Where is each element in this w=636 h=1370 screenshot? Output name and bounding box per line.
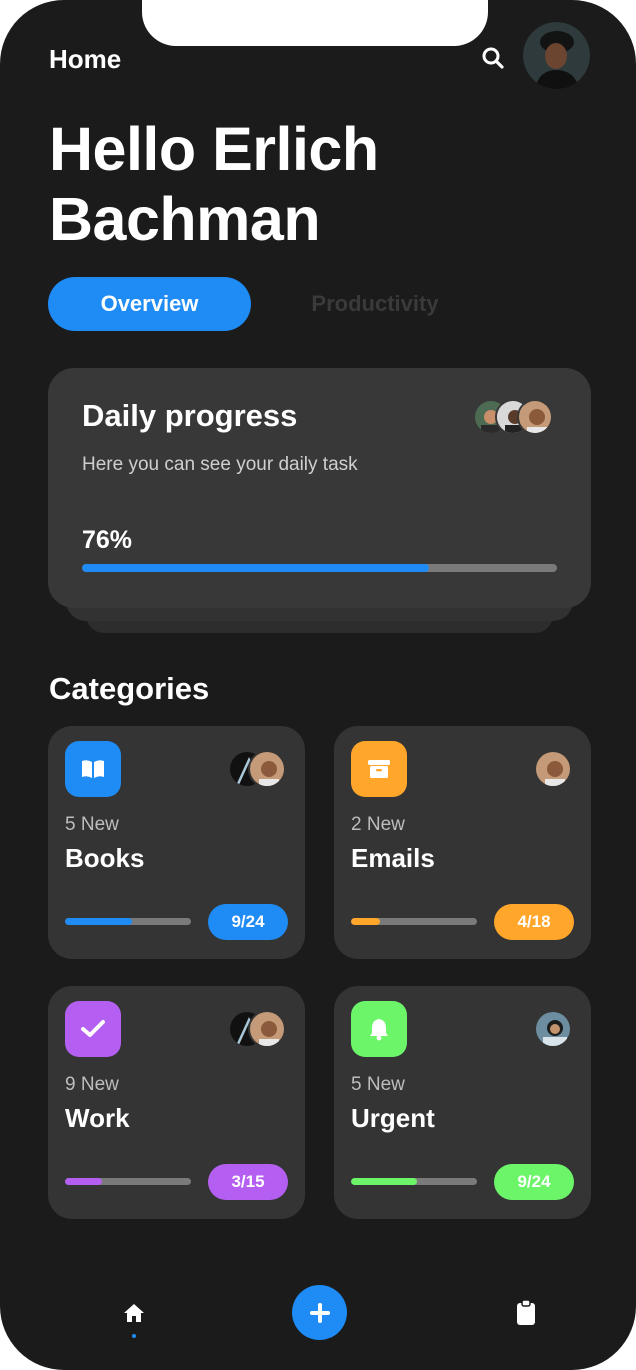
- tab-overview[interactable]: Overview: [48, 277, 251, 331]
- progress-percent: 76%: [82, 526, 133, 554]
- category-name: Books: [65, 843, 145, 873]
- team-avatars: [473, 399, 555, 435]
- daily-progress-card[interactable]: Daily progress Here you can see your dai…: [48, 368, 591, 608]
- page-title: Home: [49, 44, 122, 74]
- category-progress-bar: [351, 918, 477, 925]
- category-card-emails[interactable]: 2 New Emails 4/18: [334, 726, 591, 959]
- archive-icon: [351, 741, 407, 797]
- avatar: [534, 750, 572, 788]
- category-progress-fill: [65, 918, 132, 925]
- category-name: Work: [65, 1103, 130, 1133]
- category-card-urgent[interactable]: 5 New Urgent 9/24: [334, 986, 591, 1219]
- home-icon[interactable]: [121, 1300, 147, 1326]
- profile-avatar[interactable]: [523, 22, 590, 89]
- category-avatars: [534, 750, 572, 788]
- category-name: Emails: [351, 843, 435, 873]
- top-bar: Home: [49, 22, 590, 92]
- category-avatars: [228, 750, 288, 788]
- daily-progress-title: Daily progress: [82, 398, 298, 433]
- add-icon: [309, 1302, 330, 1323]
- active-indicator: [132, 1334, 136, 1338]
- category-progress-fill: [351, 918, 380, 925]
- category-count-badge: 4/18: [494, 904, 574, 940]
- category-progress-bar: [351, 1178, 477, 1185]
- avatar: [534, 1010, 572, 1048]
- greeting-heading: Hello Erlich Bachman: [49, 115, 379, 253]
- category-progress-fill: [351, 1178, 417, 1185]
- category-progress-fill: [65, 1178, 102, 1185]
- category-count-badge: 9/24: [494, 1164, 574, 1200]
- category-avatars: [534, 1010, 572, 1048]
- avatar: [248, 750, 286, 788]
- progress-bar-fill: [82, 564, 429, 572]
- progress-bar: [82, 564, 557, 572]
- category-new-count: 5 New: [351, 1074, 405, 1095]
- category-progress-bar: [65, 918, 191, 925]
- clipboard-icon[interactable]: [514, 1299, 538, 1327]
- avatar: [517, 399, 553, 435]
- category-avatars: [228, 1010, 288, 1048]
- category-progress-bar: [65, 1178, 191, 1185]
- category-name: Urgent: [351, 1103, 435, 1133]
- phone-screen: Home Hello Erlich Bachman Overview Produ…: [0, 0, 636, 1370]
- add-button[interactable]: [292, 1285, 347, 1340]
- category-new-count: 5 New: [65, 814, 119, 835]
- categories-heading: Categories: [49, 671, 210, 706]
- category-new-count: 2 New: [351, 814, 405, 835]
- category-count-badge: 9/24: [208, 904, 288, 940]
- category-count-badge: 3/15: [208, 1164, 288, 1200]
- category-card-books[interactable]: 5 New Books 9/24: [48, 726, 305, 959]
- tab-bar: Overview Productivity: [48, 277, 588, 331]
- category-new-count: 9 New: [65, 1074, 119, 1095]
- daily-progress-subtitle: Here you can see your daily task: [82, 454, 358, 475]
- search-icon[interactable]: [481, 46, 505, 70]
- check-icon: [65, 1001, 121, 1057]
- bell-icon: [351, 1001, 407, 1057]
- category-card-work[interactable]: 9 New Work 3/15: [48, 986, 305, 1219]
- bottom-navigation: [0, 1270, 636, 1370]
- book-icon: [65, 741, 121, 797]
- avatar: [248, 1010, 286, 1048]
- tab-productivity[interactable]: Productivity: [270, 277, 480, 331]
